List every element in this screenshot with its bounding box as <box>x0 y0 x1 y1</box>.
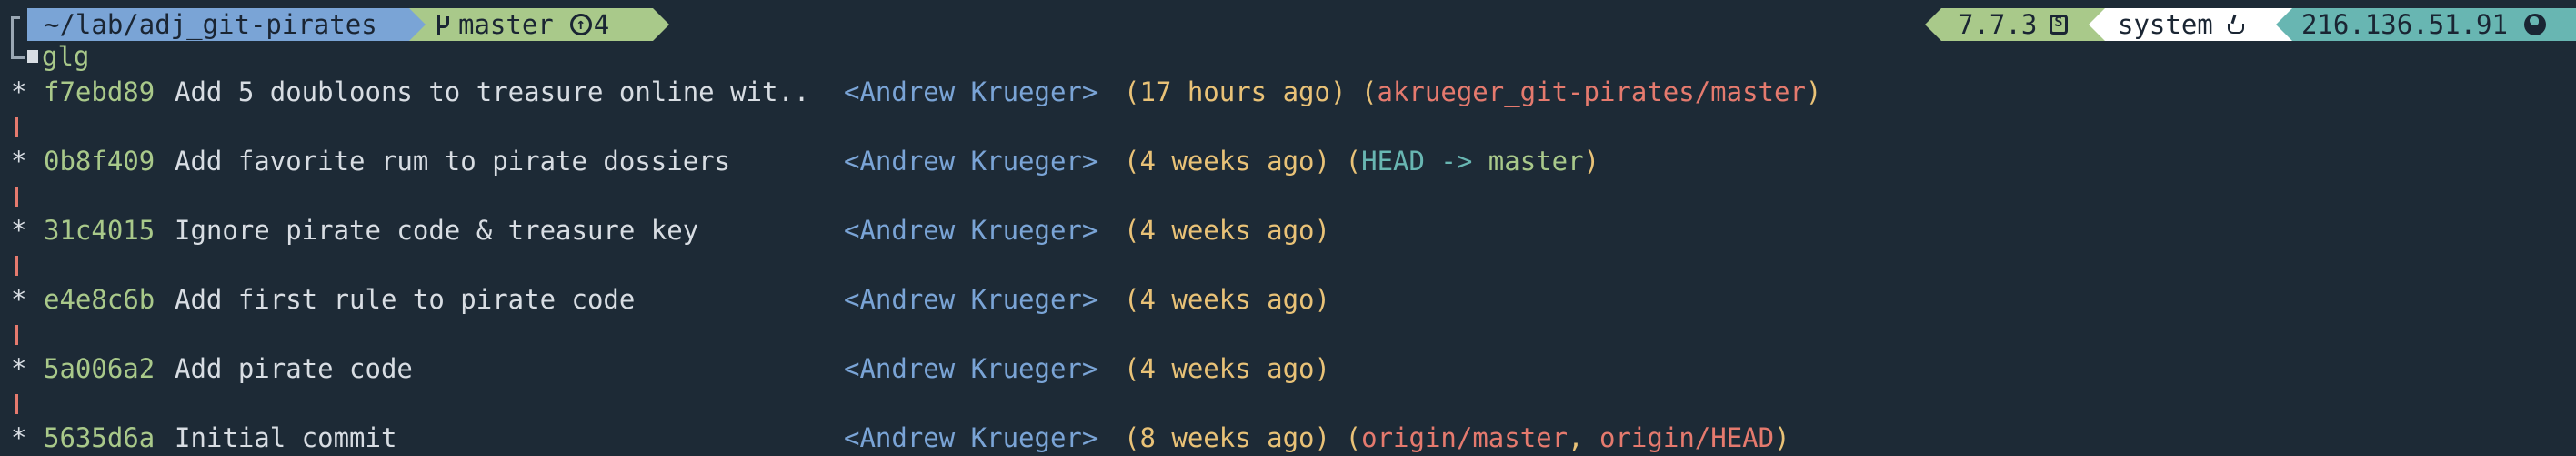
prompt-node-version: 7.7.3 <box>1958 9 2038 40</box>
commit-message: Add favorite rum to pirate dossiers <box>175 146 731 177</box>
commit-refs: (HEAD -> master) <box>1329 146 1599 177</box>
ref-name: origin/HEAD <box>1599 422 1775 453</box>
commit-message: Add pirate code <box>175 353 413 384</box>
prompt-directory-segment: ~/lab/adj_git-pirates <box>27 8 409 41</box>
commit-author: <Andrew Krueger> <box>844 422 1098 453</box>
ref-punctuation: , <box>1568 422 1600 453</box>
graph-node-marker: * <box>11 146 27 177</box>
commit-message: Add 5 doubloons to treasure online wit.. <box>175 76 810 107</box>
ref-punctuation: ) <box>1805 76 1822 107</box>
commit-time: (17 hours ago) <box>1124 76 1347 107</box>
segment-separator-arrow <box>653 8 669 41</box>
commit-hash: f7ebd89 <box>44 76 155 107</box>
commit-hash: 5a006a2 <box>44 353 155 384</box>
graph-edge <box>15 117 18 137</box>
commit-message: Initial commit <box>175 422 397 453</box>
graph-edge <box>15 187 18 207</box>
ahead-arrow-icon: ↑ <box>569 14 592 35</box>
segment-separator-arrow <box>409 8 426 41</box>
graph-edge <box>15 394 18 414</box>
commit-hash: 5635d6a <box>44 422 155 453</box>
prompt-git-segment: master ↑ 4 <box>426 8 653 41</box>
graph-node-marker: * <box>11 284 27 315</box>
prompt-ip-segment: 216.136.51.91 <box>2292 8 2576 41</box>
commit-time: (4 weeks ago) <box>1124 353 1330 384</box>
terminal-window[interactable]: ~/lab/adj_git-pirates master ↑ 4 7.7.3 s… <box>0 0 2576 456</box>
graph-node-marker: * <box>11 422 27 453</box>
branch-icon <box>435 13 449 36</box>
commit-author: <Andrew Krueger> <box>844 76 1098 107</box>
command-text[interactable]: glg <box>42 41 89 72</box>
commit-author: <Andrew Krueger> <box>844 146 1098 177</box>
commit-time: (4 weeks ago) <box>1124 146 1330 177</box>
commit-message: Ignore pirate code & treasure key <box>175 215 699 246</box>
prompt-ip-address: 216.136.51.91 <box>2301 9 2508 40</box>
graph-node-marker: * <box>11 215 27 246</box>
commit-time: (8 weeks ago) <box>1124 422 1330 453</box>
commit-refs: (akrueger_git-pirates/master) <box>1345 76 1822 107</box>
globe-icon <box>2523 14 2546 35</box>
ref-punctuation: ) <box>1774 422 1790 453</box>
commit-hash: 31c4015 <box>44 215 155 246</box>
graph-edge <box>15 256 18 276</box>
prompt-node-segment: 7.7.3 <box>1941 8 2089 41</box>
prompt-branch: master <box>458 9 554 40</box>
prompt-ahead-count: 4 <box>593 9 610 40</box>
prompt-corner-bottom <box>11 40 25 59</box>
commit-message: Add first rule to pirate code <box>175 284 636 315</box>
commit-hash: e4e8c6b <box>44 284 155 315</box>
ref-punctuation: ( <box>1329 146 1362 177</box>
nodejs-icon <box>2050 14 2069 35</box>
prompt-cursor-marker <box>27 50 38 63</box>
prompt-directory: ~/lab/adj_git-pirates <box>44 9 377 40</box>
ref-punctuation: ) <box>1583 146 1600 177</box>
graph-node-marker: * <box>11 76 27 107</box>
commit-time: (4 weeks ago) <box>1124 284 1330 315</box>
segment-separator-arrow <box>2276 8 2292 41</box>
commit-author: <Andrew Krueger> <box>844 353 1098 384</box>
prompt-java-env: system <box>2118 9 2213 40</box>
java-icon <box>2226 13 2244 36</box>
ref-punctuation: ( <box>1345 76 1378 107</box>
ref-punctuation: ( <box>1329 422 1362 453</box>
commit-hash: 0b8f409 <box>44 146 155 177</box>
segment-separator-arrow <box>2089 8 2105 41</box>
segment-separator-arrow <box>1925 8 1941 41</box>
graph-node-marker: * <box>11 353 27 384</box>
commit-refs: (origin/master, origin/HEAD) <box>1329 422 1790 453</box>
ref-name: master <box>1488 146 1584 177</box>
ref-name: HEAD -> <box>1361 146 1488 177</box>
prompt-java-segment: system <box>2105 8 2276 41</box>
commit-time: (4 weeks ago) <box>1124 215 1330 246</box>
ref-name: akrueger_git-pirates/master <box>1377 76 1806 107</box>
commit-author: <Andrew Krueger> <box>844 284 1098 315</box>
graph-edge <box>15 325 18 345</box>
commit-author: <Andrew Krueger> <box>844 215 1098 246</box>
ref-name: origin/master <box>1361 422 1569 453</box>
